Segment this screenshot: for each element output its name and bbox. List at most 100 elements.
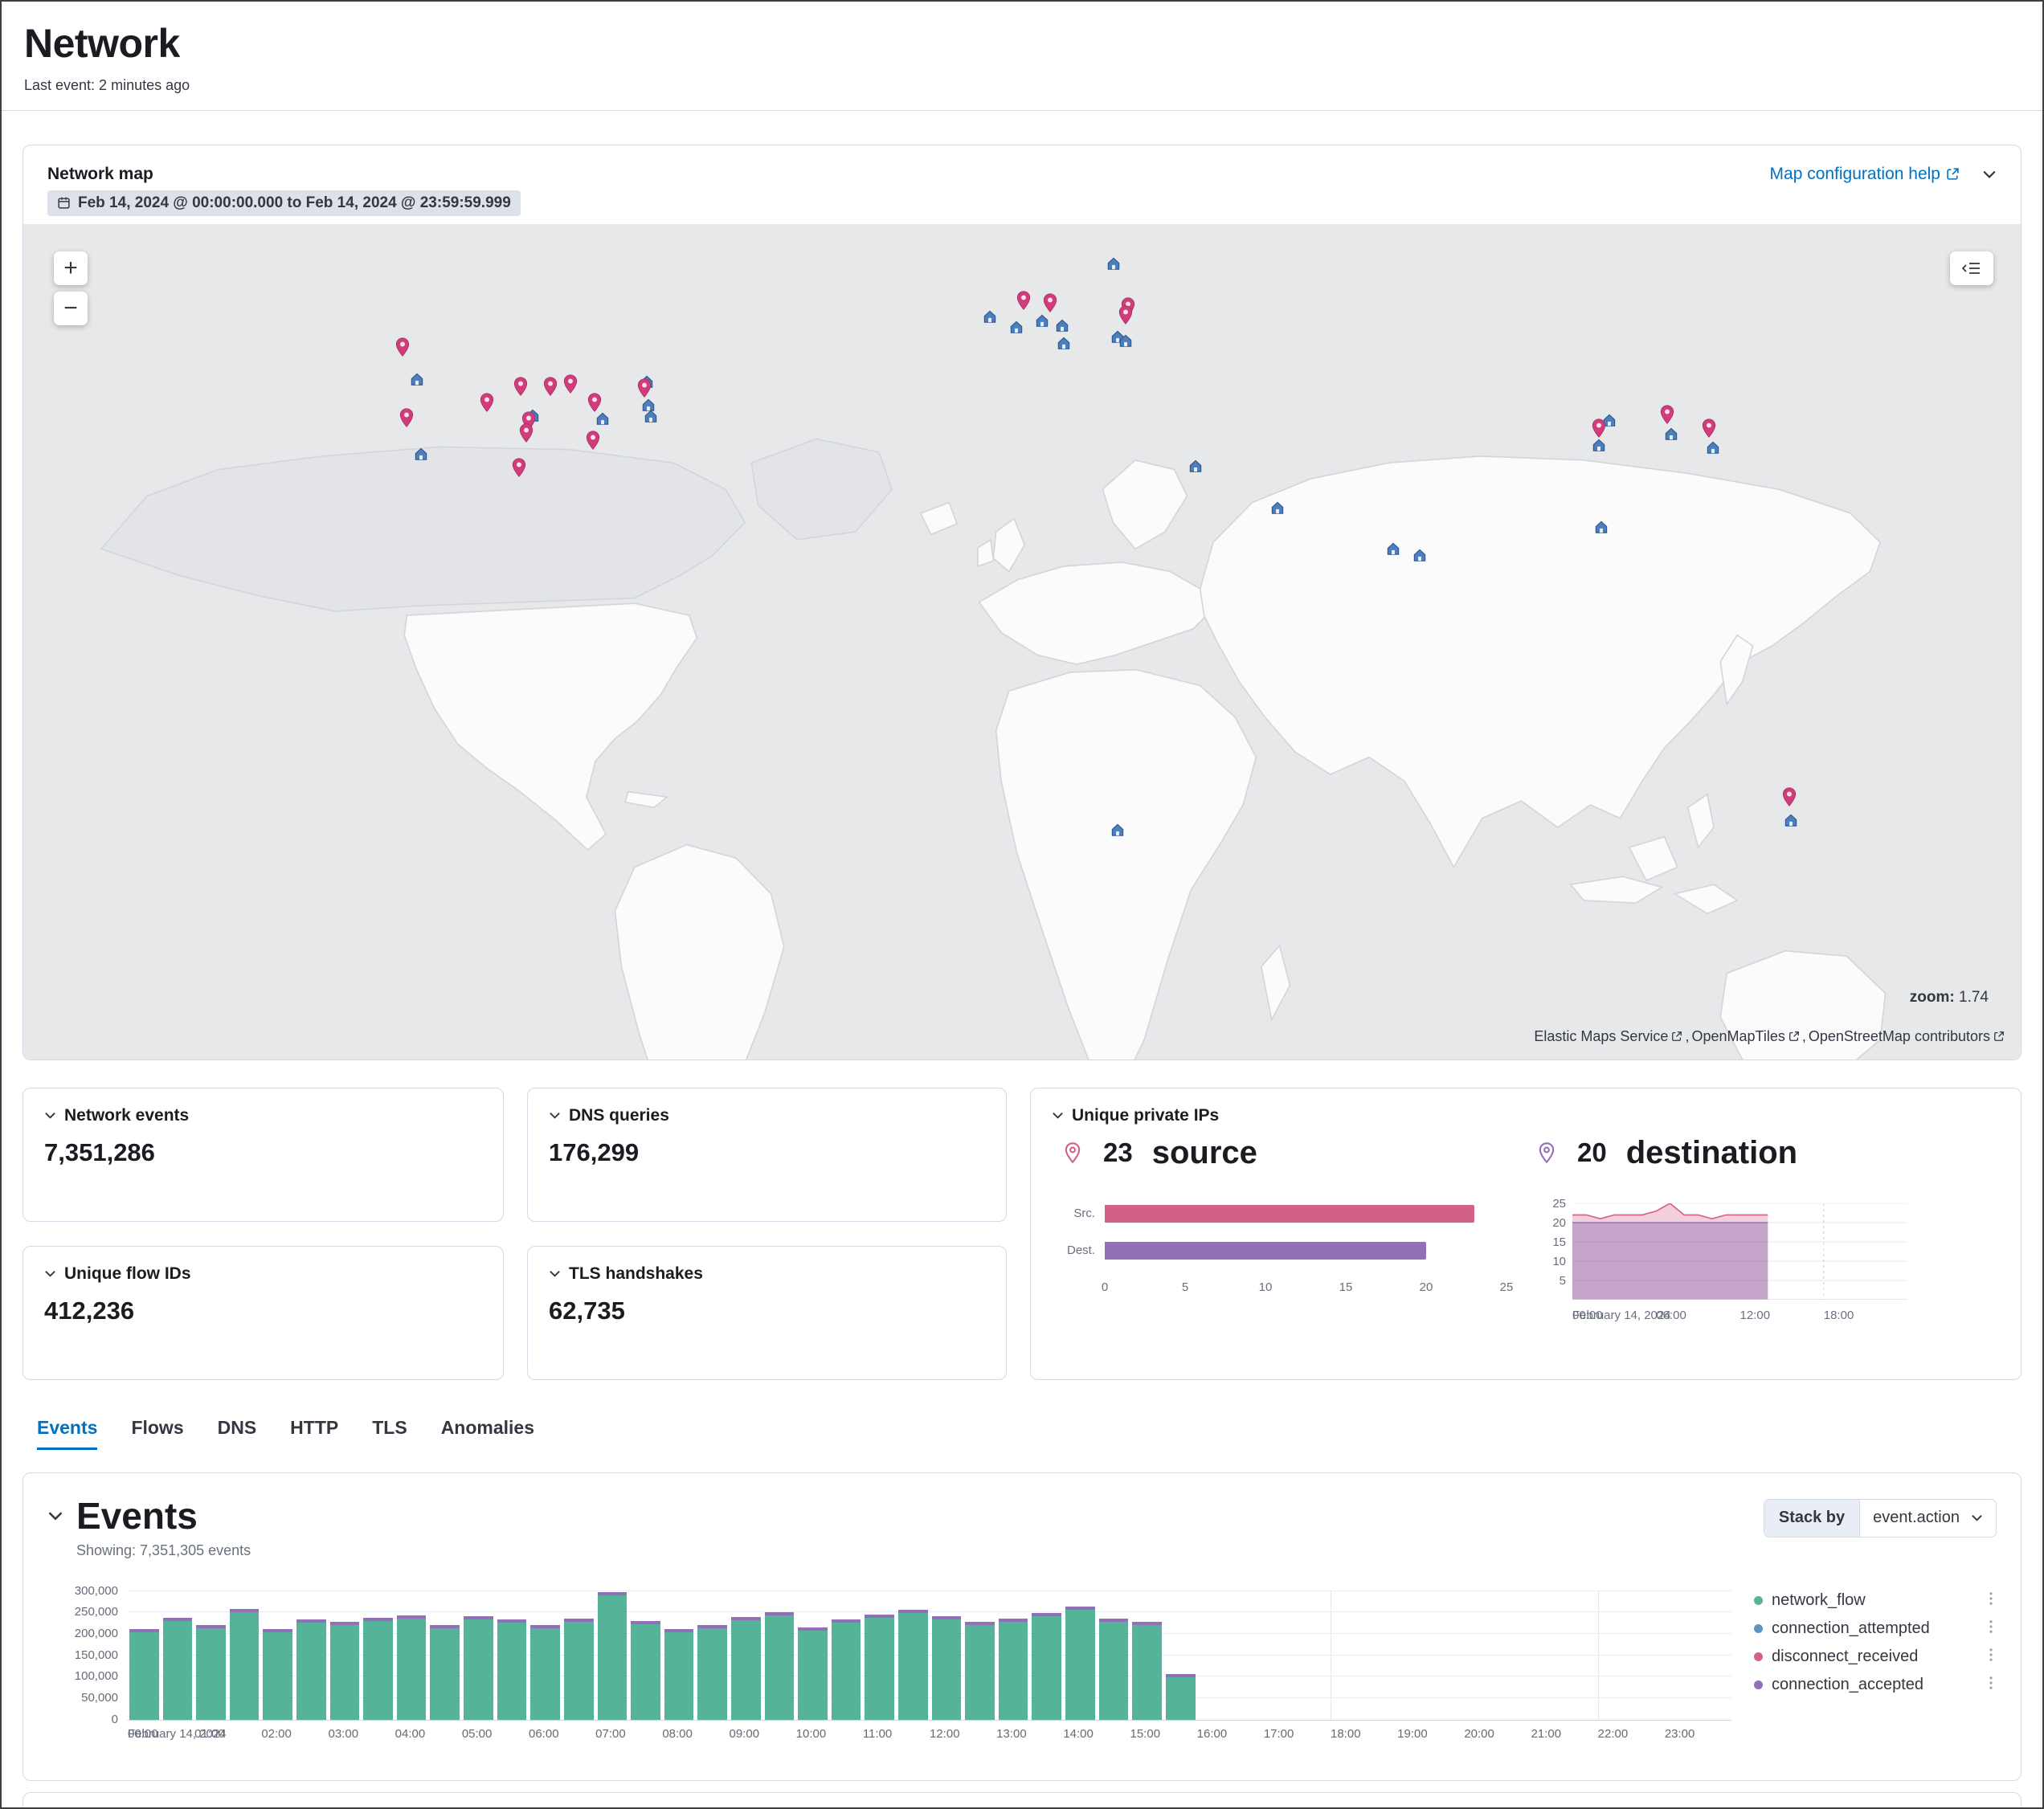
chevron-down-icon[interactable] xyxy=(44,1268,56,1280)
axis-tick-label: 100,000 xyxy=(75,1669,118,1683)
map-home-marker[interactable] xyxy=(1592,438,1607,453)
legend-item[interactable]: connection_accepted xyxy=(1754,1676,1997,1695)
histogram-bar xyxy=(798,1627,828,1720)
page-title: Network xyxy=(24,21,2020,67)
map-configuration-help-link[interactable]: Map configuration help xyxy=(1770,165,1960,184)
histogram-bar xyxy=(464,1616,493,1719)
map-pin-marker[interactable] xyxy=(1703,419,1716,438)
kpi-network-events: Network events 7,351,286 xyxy=(22,1088,504,1222)
axis-tick-label: 5 xyxy=(1182,1280,1188,1294)
map-legend-toggle-button[interactable] xyxy=(1950,251,1993,285)
legend-color-dot xyxy=(1754,1652,1763,1661)
tabs: Events Flows DNS HTTP TLS Anomalies xyxy=(37,1417,2042,1450)
axis-tick-label: 04:00 xyxy=(395,1727,426,1741)
tab-anomalies[interactable]: Anomalies xyxy=(441,1417,534,1450)
histogram-bar xyxy=(1099,1619,1129,1720)
legend-options-button[interactable] xyxy=(1985,1619,1997,1639)
map-home-marker[interactable] xyxy=(1784,813,1799,828)
stack-by-select[interactable]: event.action xyxy=(1860,1500,1996,1537)
chevron-down-icon[interactable] xyxy=(549,1268,561,1280)
axis-tick-label: 50,000 xyxy=(81,1691,118,1705)
header-divider xyxy=(2,110,2042,111)
histogram-bar xyxy=(330,1622,360,1719)
map-pin-marker[interactable] xyxy=(512,458,525,477)
area-chart-svg xyxy=(1572,1203,1907,1300)
map-canvas[interactable]: + − zoom: 1.74 Elastic Maps Service, Ope… xyxy=(23,224,2021,1060)
axis-tick-label: 15:00 xyxy=(1130,1727,1161,1741)
map-home-marker[interactable] xyxy=(1706,440,1721,455)
map-zoom-out-button[interactable]: − xyxy=(54,292,88,325)
axis-tick-label: 18:00 xyxy=(1331,1727,1361,1741)
map-pin-marker[interactable] xyxy=(638,378,652,398)
map-pin-marker[interactable] xyxy=(520,423,533,443)
map-pin-marker[interactable] xyxy=(1782,787,1796,806)
events-collapse-button[interactable] xyxy=(47,1508,63,1524)
map-home-marker[interactable] xyxy=(595,410,610,426)
map-pin-marker[interactable] xyxy=(480,393,493,412)
axis-tick-label: 0 xyxy=(112,1713,118,1726)
map-home-marker[interactable] xyxy=(1412,548,1427,563)
map-home-marker[interactable] xyxy=(1118,333,1134,349)
tab-flows[interactable]: Flows xyxy=(131,1417,183,1450)
map-home-marker[interactable] xyxy=(643,408,658,423)
legend-item[interactable]: connection_attempted xyxy=(1754,1619,1997,1639)
map-home-marker[interactable] xyxy=(1057,336,1072,351)
map-home-marker[interactable] xyxy=(983,308,998,324)
legend-options-button[interactable] xyxy=(1985,1648,1997,1667)
mini-bar-category: Dest. xyxy=(1057,1243,1105,1257)
map-home-marker[interactable] xyxy=(1054,318,1069,333)
map-pin-marker[interactable] xyxy=(544,377,558,396)
map-home-marker[interactable] xyxy=(1270,500,1286,516)
map-pin-marker[interactable] xyxy=(1660,405,1674,424)
tab-dns[interactable]: DNS xyxy=(218,1417,257,1450)
map-pin-marker[interactable] xyxy=(396,337,410,357)
chevron-down-icon[interactable] xyxy=(44,1109,56,1121)
mini-bar-axis: 0510152025 xyxy=(1105,1279,1506,1295)
map-pin-marker[interactable] xyxy=(1043,293,1057,312)
tab-http[interactable]: HTTP xyxy=(290,1417,338,1450)
map-pin-marker[interactable] xyxy=(586,431,599,450)
map-zoom-in-button[interactable]: + xyxy=(54,251,88,285)
map-home-marker[interactable] xyxy=(1008,320,1024,335)
axis-tick-label: 13:00 xyxy=(996,1727,1027,1741)
calendar-icon xyxy=(57,196,71,210)
map-home-marker[interactable] xyxy=(409,371,424,386)
axis-tick-label: 19:00 xyxy=(1397,1727,1428,1741)
map-home-marker[interactable] xyxy=(1106,256,1122,272)
chevron-down-icon[interactable] xyxy=(549,1109,561,1121)
map-home-marker[interactable] xyxy=(1110,822,1126,837)
map-home-marker[interactable] xyxy=(1034,313,1049,329)
legend-options-button[interactable] xyxy=(1985,1591,1997,1611)
map-home-marker[interactable] xyxy=(1663,426,1678,441)
map-pin-marker[interactable] xyxy=(400,408,414,427)
map-home-marker[interactable] xyxy=(1593,520,1609,535)
axis-tick-label: 5 xyxy=(1560,1274,1566,1288)
map-home-marker[interactable] xyxy=(413,446,428,461)
external-link-icon xyxy=(1671,1031,1682,1042)
axis-tick-label: 150,000 xyxy=(75,1648,118,1662)
legend-item[interactable]: network_flow xyxy=(1754,1591,1997,1611)
map-date-range-badge: Feb 14, 2024 @ 00:00:00.000 to Feb 14, 2… xyxy=(47,190,521,216)
legend-options-button[interactable] xyxy=(1985,1676,1997,1695)
map-pin-marker[interactable] xyxy=(1592,419,1606,438)
axis-date-label: February 14, 2024 xyxy=(1572,1309,1671,1322)
map-pin-marker[interactable] xyxy=(1017,291,1031,310)
map-home-marker[interactable] xyxy=(1188,459,1204,474)
attribution-link[interactable]: OpenStreetMap contributors xyxy=(1809,1028,2005,1045)
kpi-value: 62,735 xyxy=(549,1297,985,1325)
axis-tick-label: 300,000 xyxy=(75,1584,118,1598)
chevron-down-icon[interactable] xyxy=(1052,1109,1064,1121)
map-home-marker[interactable] xyxy=(1386,541,1401,557)
map-pin-marker[interactable] xyxy=(564,374,578,394)
tab-tls[interactable]: TLS xyxy=(372,1417,407,1450)
tab-events[interactable]: Events xyxy=(37,1417,97,1450)
map-pin-marker[interactable] xyxy=(514,377,528,396)
map-panel-collapse-button[interactable] xyxy=(1982,167,1997,182)
legend-item[interactable]: disconnect_received xyxy=(1754,1648,1997,1667)
map-pin-marker[interactable] xyxy=(587,393,601,412)
attribution-link[interactable]: OpenMapTiles xyxy=(1691,1028,1799,1045)
map-pin-marker[interactable] xyxy=(1119,305,1133,325)
map-attribution: Elastic Maps Service, OpenMapTiles, Open… xyxy=(1534,1028,2005,1045)
attribution-link[interactable]: Elastic Maps Service xyxy=(1534,1028,1682,1045)
histogram-bar xyxy=(430,1625,460,1720)
